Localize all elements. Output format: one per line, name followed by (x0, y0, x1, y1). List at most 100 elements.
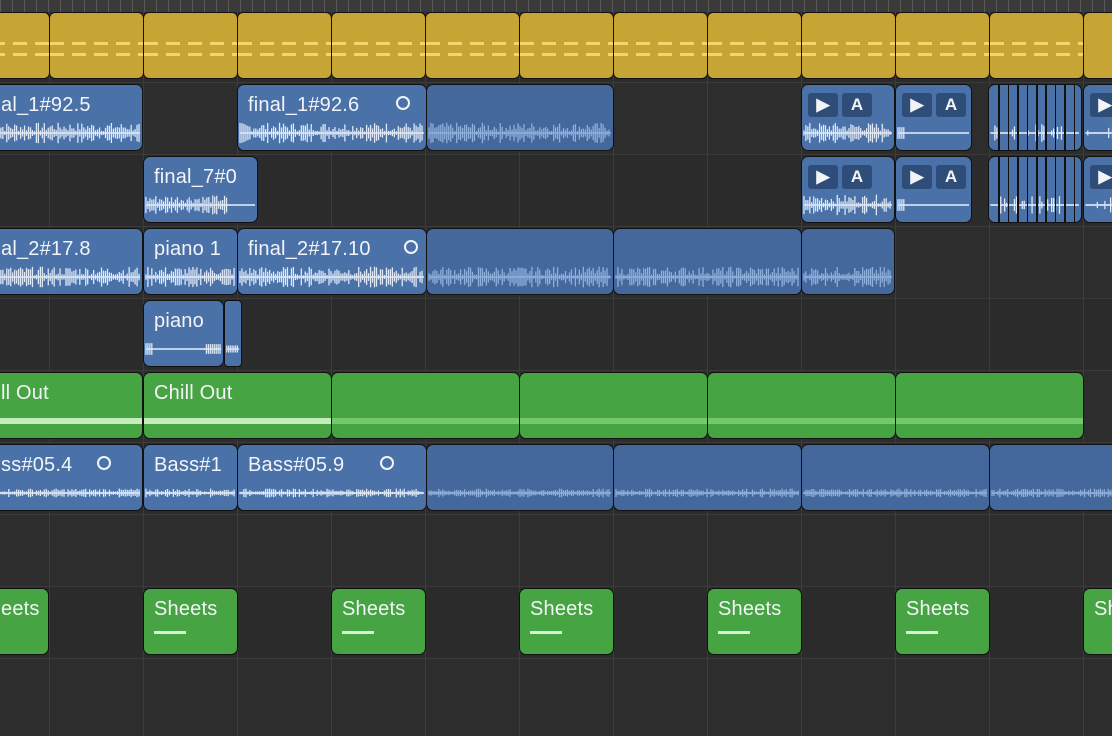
region-name: Sheets (718, 598, 782, 620)
region-name: ss#05.4 (1, 454, 73, 476)
audio-region[interactable]: Bass#1 (143, 444, 238, 511)
slice-marker (1045, 85, 1047, 150)
slice-marker (1026, 85, 1029, 150)
sampler-a-button[interactable]: A (936, 165, 966, 189)
lane-divider (0, 298, 1112, 299)
sliced-audio-region[interactable] (988, 84, 1082, 151)
sheets-region[interactable]: Sheets (707, 588, 802, 655)
folder-summary-line (238, 41, 331, 45)
waveform (0, 488, 141, 498)
play-icon[interactable]: ▶ (902, 165, 932, 189)
arrange-area[interactable]: al_1#92.5 final_1#92.6 ▶ A ▶ A ▶ final_7… (0, 0, 1112, 736)
waveform (991, 488, 1112, 498)
folder-region[interactable] (707, 12, 802, 79)
play-icon[interactable]: ▶ (1090, 93, 1112, 117)
lane-divider (0, 370, 1112, 371)
folder-region[interactable] (49, 12, 144, 79)
play-icon[interactable]: ▶ (1090, 165, 1112, 189)
quick-sampler-region[interactable]: ▶ A (895, 84, 972, 151)
drummer-loop-region[interactable] (519, 372, 708, 439)
folder-summary-line (426, 53, 519, 57)
region-name: Bass#1 (154, 454, 222, 476)
audio-region-loop[interactable] (426, 228, 614, 295)
quick-sampler-region[interactable]: ▶ A (801, 156, 895, 223)
region-name: final_7#0 (154, 166, 237, 188)
play-icon[interactable]: ▶ (902, 93, 932, 117)
waveform (803, 194, 893, 216)
sampler-a-button[interactable]: A (936, 93, 966, 117)
waveform (145, 195, 256, 215)
drummer-pattern-bar (144, 418, 331, 424)
drummer-loop-region[interactable] (707, 372, 896, 439)
sheets-region[interactable]: Sheets (143, 588, 238, 655)
audio-region[interactable]: final_7#0 (143, 156, 258, 223)
drummer-region[interactable]: ll Out (0, 372, 143, 439)
folder-summary-line (144, 41, 237, 45)
midi-note (530, 631, 562, 634)
folder-region[interactable] (801, 12, 896, 79)
quick-sampler-region[interactable]: ▶ A (801, 84, 895, 151)
audio-region[interactable]: Bass#05.9 (237, 444, 427, 511)
audio-region[interactable]: al_1#92.5 (0, 84, 143, 151)
slice-marker (1026, 157, 1029, 222)
sampler-a-button[interactable]: A (842, 165, 872, 189)
drummer-loop-region[interactable] (331, 372, 520, 439)
folder-summary-line (520, 41, 613, 45)
folder-region[interactable] (989, 12, 1084, 79)
audio-region[interactable]: final_1#92.6 (237, 84, 427, 151)
sampler-buttons: ▶ A (808, 165, 872, 189)
waveform (428, 266, 612, 288)
sheets-region[interactable]: Sheets (519, 588, 614, 655)
audio-region[interactable]: piano 1 (143, 228, 238, 295)
region-name: piano (154, 310, 204, 332)
sampler-a-button[interactable]: A (842, 93, 872, 117)
folder-summary-line (332, 41, 425, 45)
sliced-audio-region[interactable] (988, 156, 1082, 223)
quick-sampler-region[interactable]: ▶ A (895, 156, 972, 223)
folder-summary-line (426, 41, 519, 45)
sheets-region[interactable]: Sh (1083, 588, 1112, 655)
folder-region[interactable] (0, 12, 50, 79)
folder-region[interactable] (331, 12, 426, 79)
waveform (226, 345, 240, 353)
audio-region-loop[interactable] (426, 84, 614, 151)
quick-sampler-region[interactable]: ▶ (1083, 156, 1112, 223)
sheets-region[interactable]: eets (0, 588, 49, 655)
audio-region[interactable]: piano (143, 300, 224, 367)
audio-region-loop[interactable] (426, 444, 614, 511)
play-icon[interactable]: ▶ (808, 93, 838, 117)
folder-region[interactable] (895, 12, 990, 79)
audio-region[interactable]: al_2#17.8 (0, 228, 143, 295)
folder-region[interactable] (519, 12, 614, 79)
region-name: Sheets (154, 598, 218, 620)
audio-region-loop[interactable] (613, 228, 802, 295)
play-icon[interactable]: ▶ (808, 165, 838, 189)
audio-region[interactable]: final_2#17.10 (237, 228, 427, 295)
folder-region[interactable] (425, 12, 520, 79)
drummer-region[interactable]: Chill Out (143, 372, 332, 439)
region-name: ll Out (1, 382, 49, 404)
audio-region-loop[interactable] (989, 444, 1112, 511)
audio-region-loop[interactable] (613, 444, 802, 511)
quick-sampler-region[interactable]: ▶ (1083, 84, 1112, 151)
drummer-pattern-bar (332, 418, 519, 424)
audio-region-loop[interactable] (801, 228, 895, 295)
folder-region[interactable] (143, 12, 238, 79)
sheets-region[interactable]: Sheets (331, 588, 426, 655)
audio-region[interactable]: ss#05.4 (0, 444, 143, 511)
bar-ruler[interactable] (0, 0, 1112, 12)
drummer-loop-region[interactable] (895, 372, 1084, 439)
slice-marker (1017, 85, 1019, 150)
region-name: al_1#92.5 (1, 94, 91, 116)
audio-region[interactable] (224, 300, 242, 367)
region-name: Sheets (342, 598, 406, 620)
folder-region[interactable] (613, 12, 708, 79)
waveform (145, 343, 222, 355)
audio-region-loop[interactable] (801, 444, 990, 511)
slice-marker (1007, 157, 1010, 222)
midi-note (154, 631, 186, 634)
folder-summary-line (990, 53, 1083, 57)
sheets-region[interactable]: Sheets (895, 588, 990, 655)
folder-region[interactable] (1083, 12, 1112, 79)
folder-region[interactable] (237, 12, 332, 79)
